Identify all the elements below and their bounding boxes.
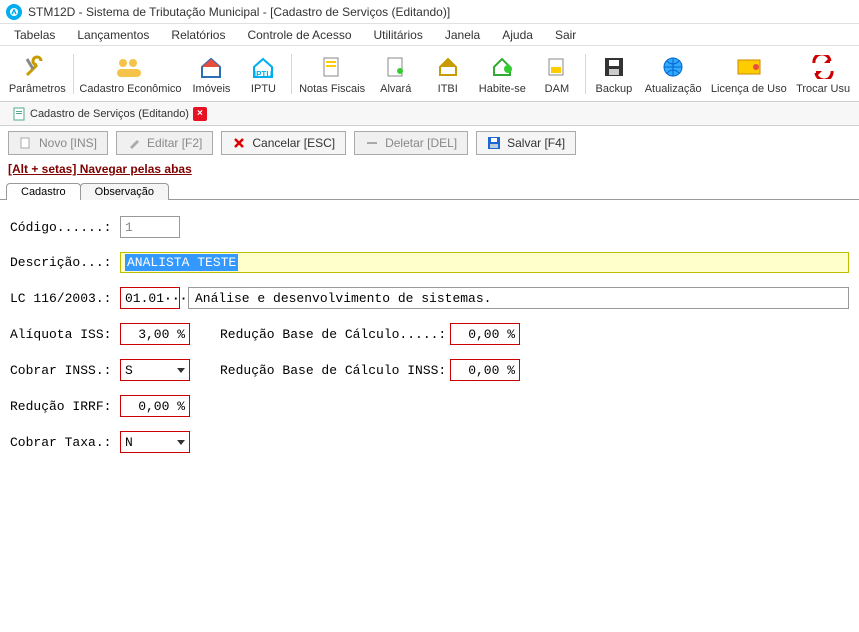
document-tab[interactable]: Cadastro de Serviços (Editando) × bbox=[4, 105, 215, 123]
reducao-base-inss-field[interactable]: 0,00 % bbox=[450, 359, 520, 381]
tool-licenca[interactable]: Licença de Uso bbox=[706, 47, 791, 101]
aliquota-field[interactable]: 3,00 % bbox=[120, 323, 190, 345]
codigo-field[interactable] bbox=[120, 216, 180, 238]
tool-dam[interactable]: DAM bbox=[531, 47, 583, 101]
lc-description: Análise e desenvolvimento de sistemas. bbox=[188, 287, 849, 309]
disk-icon bbox=[487, 136, 501, 150]
deletar-button[interactable]: Deletar [DEL] bbox=[354, 131, 468, 155]
tool-notas-fiscais[interactable]: Notas Fiscais bbox=[294, 47, 369, 101]
menu-janela[interactable]: Janela bbox=[437, 26, 488, 44]
tool-atualizacao[interactable]: Atualização bbox=[640, 47, 707, 101]
note-icon bbox=[316, 53, 348, 81]
tool-itbi[interactable]: ITBI bbox=[422, 47, 474, 101]
license-icon bbox=[733, 53, 765, 81]
label-aliquota: Alíquota ISS: bbox=[10, 327, 120, 342]
lc-code-field[interactable]: 01.01 ··· bbox=[120, 287, 180, 309]
action-bar: Novo [INS] Editar [F2] Cancelar [ESC] De… bbox=[0, 126, 859, 160]
cancel-icon bbox=[232, 136, 246, 150]
main-toolbar: Parâmetros Cadastro Econômico Imóveis IP… bbox=[0, 46, 859, 102]
title-bar: STM12D - Sistema de Tributação Municipal… bbox=[0, 0, 859, 24]
tool-parametros[interactable]: Parâmetros bbox=[4, 47, 71, 101]
editar-button[interactable]: Editar [F2] bbox=[116, 131, 213, 155]
group-icon bbox=[114, 53, 146, 81]
iptu-icon: IPTU bbox=[247, 53, 279, 81]
svg-text:IPTU: IPTU bbox=[254, 70, 272, 79]
novo-button[interactable]: Novo [INS] bbox=[8, 131, 108, 155]
salvar-button[interactable]: Salvar [F4] bbox=[476, 131, 576, 155]
cert-icon bbox=[380, 53, 412, 81]
close-icon[interactable]: × bbox=[193, 107, 207, 121]
separator bbox=[73, 54, 74, 94]
label-cobrar-inss: Cobrar INSS.: bbox=[10, 363, 120, 378]
chevron-down-icon bbox=[177, 440, 185, 445]
reducao-base-field[interactable]: 0,00 % bbox=[450, 323, 520, 345]
swap-icon bbox=[807, 53, 839, 81]
tab-cadastro[interactable]: Cadastro bbox=[6, 183, 81, 200]
separator bbox=[585, 54, 586, 94]
label-lc: LC 116/2003.: bbox=[10, 291, 120, 306]
cancelar-button[interactable]: Cancelar [ESC] bbox=[221, 131, 346, 155]
document-tab-strip: Cadastro de Serviços (Editando) × bbox=[0, 102, 859, 126]
document-icon bbox=[12, 107, 26, 121]
chevron-down-icon bbox=[177, 368, 185, 373]
menu-ajuda[interactable]: Ajuda bbox=[494, 26, 541, 44]
delete-icon bbox=[365, 136, 379, 150]
globe-icon bbox=[657, 53, 689, 81]
label-cobrar-taxa: Cobrar Taxa.: bbox=[10, 435, 120, 450]
document-tab-label: Cadastro de Serviços (Editando) bbox=[30, 108, 189, 120]
label-descricao: Descrição...: bbox=[10, 255, 120, 270]
navigation-hint: [Alt + setas] Navegar pelas abas bbox=[0, 160, 859, 178]
window-title: STM12D - Sistema de Tributação Municipal… bbox=[28, 5, 450, 19]
tool-habite-se[interactable]: Habite-se bbox=[474, 47, 531, 101]
house2-icon bbox=[432, 53, 464, 81]
cobrar-taxa-select[interactable]: N bbox=[120, 431, 190, 453]
separator bbox=[291, 54, 292, 94]
reducao-irrf-field[interactable]: 0,00 % bbox=[120, 395, 190, 417]
tool-backup[interactable]: Backup bbox=[588, 47, 640, 101]
habite-icon bbox=[486, 53, 518, 81]
label-reducao-irrf: Redução IRRF: bbox=[10, 399, 120, 414]
tab-observacao[interactable]: Observação bbox=[80, 183, 169, 200]
tool-cadastro-economico[interactable]: Cadastro Econômico bbox=[76, 47, 186, 101]
menu-lancamentos[interactable]: Lançamentos bbox=[69, 26, 157, 44]
menu-relatorios[interactable]: Relatórios bbox=[163, 26, 233, 44]
menu-tabelas[interactable]: Tabelas bbox=[6, 26, 63, 44]
form-cadastro: Código......: Descrição...: ANALISTA TES… bbox=[0, 200, 859, 483]
menu-controle-acesso[interactable]: Controle de Acesso bbox=[239, 26, 359, 44]
tool-iptu[interactable]: IPTU IPTU bbox=[237, 47, 289, 101]
lookup-icon[interactable]: ··· bbox=[164, 291, 187, 306]
new-icon bbox=[19, 136, 33, 150]
tool-alvara[interactable]: Alvará bbox=[370, 47, 422, 101]
menu-utilitarios[interactable]: Utilitários bbox=[366, 26, 431, 44]
tab-strip: Cadastro Observação bbox=[0, 178, 859, 200]
descricao-field[interactable]: ANALISTA TESTE bbox=[120, 252, 849, 273]
tool-trocar-usuario[interactable]: Trocar Usu bbox=[791, 47, 855, 101]
menu-sair[interactable]: Sair bbox=[547, 26, 584, 44]
label-reducao-base-inss: Redução Base de Cálculo INSS: bbox=[220, 363, 450, 378]
menu-bar: Tabelas Lançamentos Relatórios Controle … bbox=[0, 24, 859, 46]
label-reducao-base: Redução Base de Cálculo.....: bbox=[220, 327, 450, 342]
cobrar-inss-select[interactable]: S bbox=[120, 359, 190, 381]
house-icon bbox=[195, 53, 227, 81]
wrench-icon bbox=[21, 53, 53, 81]
dam-icon bbox=[541, 53, 573, 81]
save-icon bbox=[598, 53, 630, 81]
edit-icon bbox=[127, 136, 141, 150]
label-codigo: Código......: bbox=[10, 220, 120, 235]
tool-imoveis[interactable]: Imóveis bbox=[185, 47, 237, 101]
app-icon bbox=[6, 4, 22, 20]
